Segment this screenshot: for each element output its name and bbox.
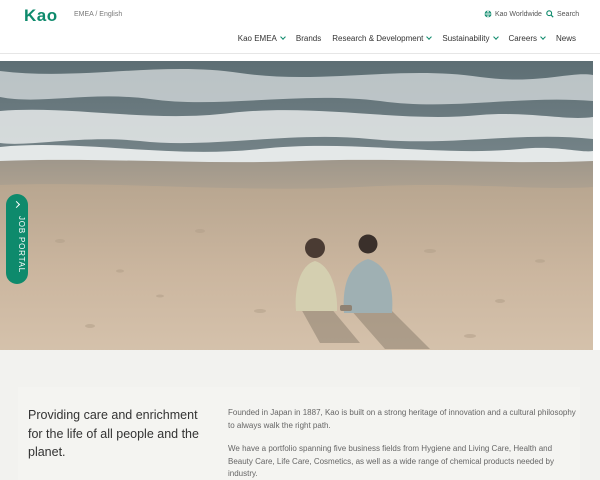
nav-item-label: Research & Development — [332, 34, 424, 43]
hero-image-beach-couple — [0, 61, 593, 361]
sand — [0, 184, 593, 361]
kao-worldwide-link[interactable]: Kao Worldwide — [484, 10, 542, 18]
main-nav: Kao EMEA Brands Research & Development S… — [238, 34, 576, 43]
intro-paragraph-portfolio: We have a portfolio spanning five busine… — [228, 444, 554, 478]
nav-item-news[interactable]: News — [556, 34, 576, 43]
search-label: Search — [557, 10, 580, 18]
search-icon — [546, 10, 554, 18]
site-header: Kao EMEA / English Kao Worldwide Search … — [0, 0, 600, 54]
chevron-down-icon — [492, 34, 499, 40]
chevron-down-icon — [426, 34, 433, 40]
nav-item-label: Careers — [508, 34, 537, 43]
hero-illustration — [0, 61, 593, 361]
region-language-selector[interactable]: EMEA / English — [74, 11, 122, 18]
kao-worldwide-label: Kao Worldwide — [495, 10, 542, 18]
chevron-down-icon — [540, 34, 546, 40]
nav-item-sustainability[interactable]: Sustainability — [442, 34, 499, 43]
nav-item-label: News — [555, 34, 576, 43]
job-portal-label: JOB PORTAL — [17, 216, 26, 274]
search-button[interactable]: Search — [546, 10, 579, 18]
nav-item-careers[interactable]: Careers — [508, 34, 546, 43]
kao-logo[interactable]: Kao — [24, 6, 58, 26]
chevron-up-icon — [12, 200, 21, 209]
nav-item-research-development[interactable]: Research & Development — [332, 34, 433, 43]
nav-item-label: Kao EMEA — [237, 34, 277, 43]
nav-item-label: Brands — [295, 34, 322, 43]
nav-item-label: Sustainability — [442, 34, 490, 43]
nav-item-kao-emea[interactable]: Kao EMEA — [237, 34, 286, 43]
intro-tagline: Providing care and enrichment for the li… — [28, 408, 199, 459]
job-portal-tab[interactable]: JOB PORTAL — [6, 194, 28, 284]
chevron-down-icon — [280, 34, 286, 40]
section-divider-curve — [0, 355, 600, 382]
nav-item-brands[interactable]: Brands — [296, 34, 321, 43]
globe-icon — [484, 10, 492, 18]
intro-paragraph-history: Founded in Japan in 1887, Kao is built o… — [228, 408, 576, 430]
